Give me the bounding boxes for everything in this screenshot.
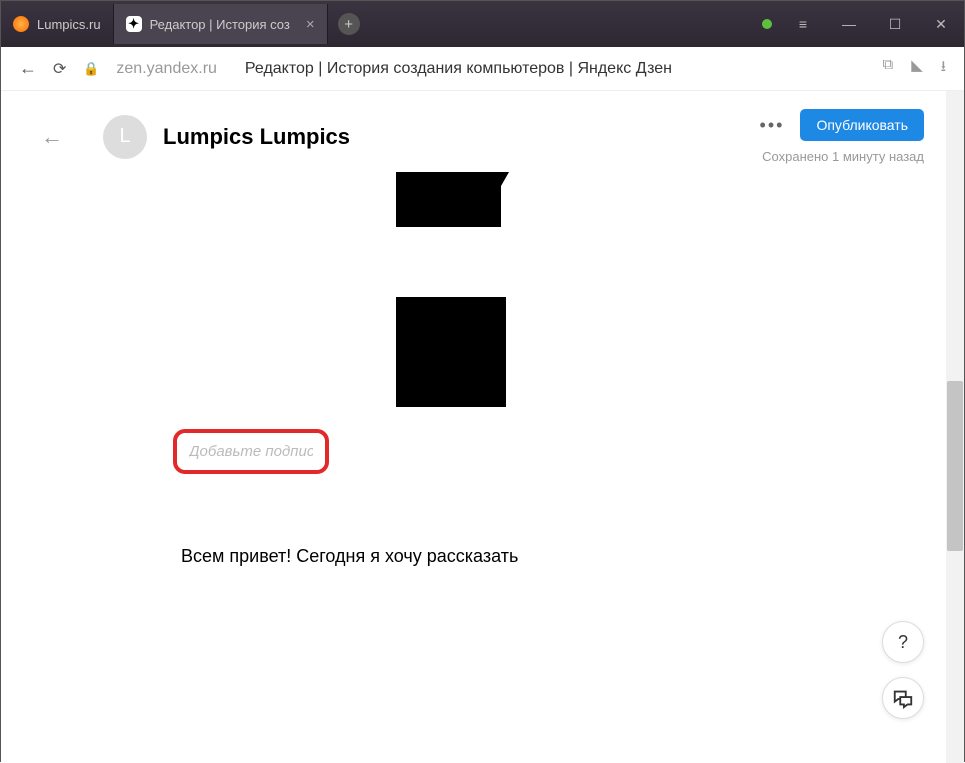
bookmark-icon[interactable]: ◣ [911,56,923,81]
image-shape [396,172,501,227]
channel-avatar[interactable]: L [103,115,147,159]
article-image[interactable] [181,172,741,417]
editor-header: ← L Lumpics Lumpics ••• Опубликовать Сох… [1,91,964,172]
image-shape [501,172,509,186]
chat-icon [892,687,914,709]
browser-titlebar: Lumpics.ru ✦ Редактор | История соз × + … [1,1,964,47]
minimize-button[interactable]: — [826,1,872,47]
tab-zen-editor[interactable]: ✦ Редактор | История соз × [114,4,328,44]
reload-button[interactable]: ⟳ [53,59,66,79]
favicon-zen: ✦ [126,16,142,32]
page-content: ← L Lumpics Lumpics ••• Опубликовать Сох… [1,91,964,763]
vertical-scrollbar[interactable] [946,91,964,763]
article-paragraph[interactable]: Всем привет! Сегодня я хочу рассказать [181,546,784,567]
maximize-button[interactable]: ☐ [872,1,918,47]
copy-icon[interactable]: ⧉ [882,56,893,81]
scrollbar-thumb[interactable] [947,381,963,551]
favicon-lumpics [13,16,29,32]
url-domain[interactable]: zen.yandex.ru [116,60,217,78]
caption-field-wrap [181,437,321,466]
editor-back-button[interactable]: ← [41,124,63,150]
window-controls: ≡ — ☐ ✕ [762,1,964,47]
address-bar: ← ⟳ 🔒 zen.yandex.ru Редактор | История с… [1,47,964,91]
window-menu-button[interactable]: ≡ [780,1,826,47]
status-indicator-icon [762,19,772,29]
article-body: Всем привет! Сегодня я хочу рассказать [1,172,964,567]
back-button[interactable]: ← [19,58,37,79]
channel-name: Lumpics Lumpics [163,124,350,150]
image-shape [396,297,506,407]
page-title: Редактор | История создания компьютеров … [245,60,867,78]
lock-icon: 🔒 [82,60,100,78]
tab-lumpics[interactable]: Lumpics.ru [1,4,114,44]
close-window-button[interactable]: ✕ [918,1,964,47]
more-options-button[interactable]: ••• [760,115,785,136]
save-status: Сохранено 1 минуту назад [762,149,924,164]
tab-title: Lumpics.ru [37,17,101,32]
feedback-button[interactable] [882,677,924,719]
download-icon[interactable]: ⭳ [941,56,946,81]
tab-title: Редактор | История соз [150,17,290,32]
image-caption-input[interactable] [181,437,321,466]
help-button[interactable]: ? [882,621,924,663]
new-tab-button[interactable]: + [338,13,360,35]
close-tab-icon[interactable]: × [306,16,315,33]
publish-button[interactable]: Опубликовать [800,109,924,141]
